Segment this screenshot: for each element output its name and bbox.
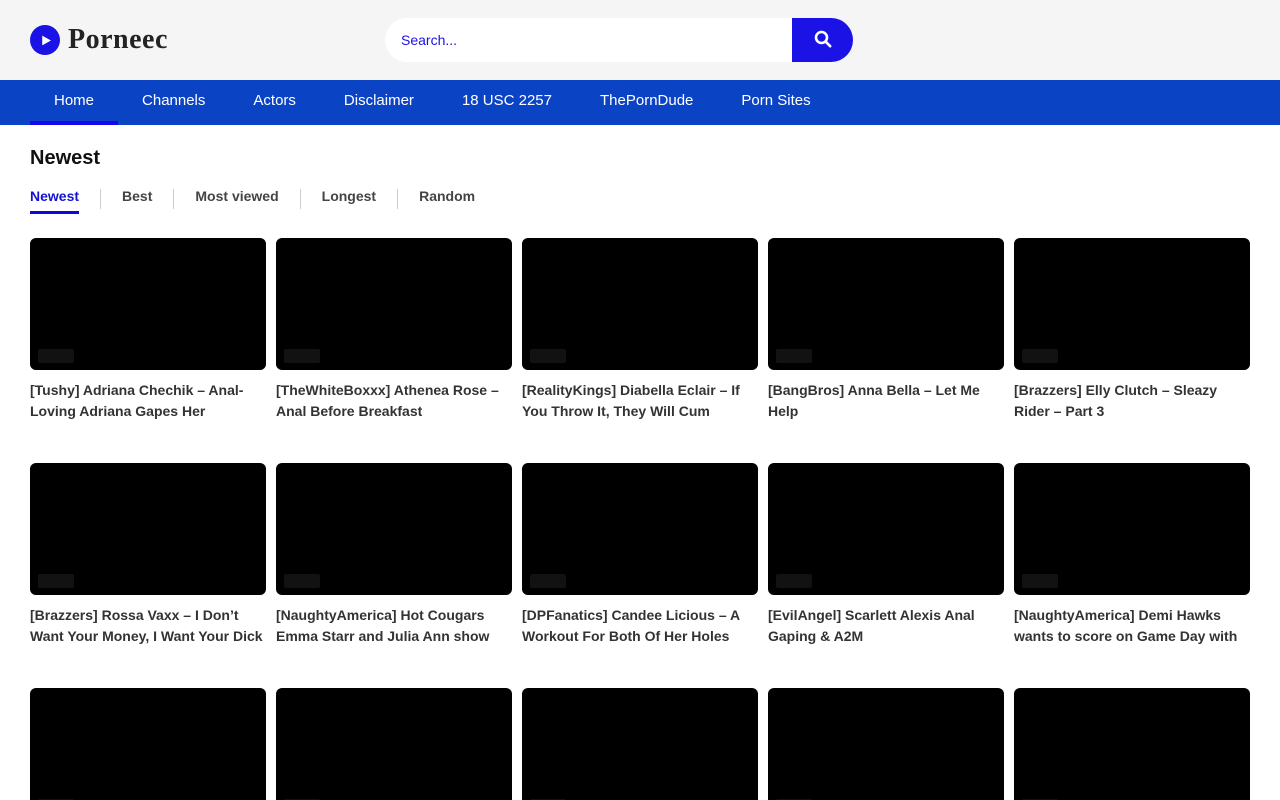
tab-divider bbox=[300, 189, 301, 209]
tab-divider bbox=[397, 189, 398, 209]
video-thumbnail[interactable] bbox=[30, 688, 266, 800]
video-thumbnail[interactable] bbox=[276, 463, 512, 595]
duration-badge bbox=[530, 349, 566, 363]
nav-item-channels[interactable]: Channels bbox=[118, 80, 229, 125]
page-title: Newest bbox=[30, 147, 1250, 170]
duration-badge bbox=[776, 574, 812, 588]
video-card[interactable]: [RealityKings] Diabella Eclair – If You … bbox=[522, 238, 758, 422]
video-grid: [Tushy] Adriana Chechik – Anal-Loving Ad… bbox=[30, 238, 1250, 800]
tab-longest[interactable]: Longest bbox=[322, 188, 376, 214]
video-card[interactable]: [NaughtyAmerica] Demi Hawks wants to sco… bbox=[1014, 463, 1250, 647]
video-title[interactable]: [NaughtyAmerica] Demi Hawks wants to sco… bbox=[1014, 605, 1250, 647]
duration-badge bbox=[1022, 349, 1058, 363]
video-thumbnail[interactable] bbox=[768, 463, 1004, 595]
duration-badge bbox=[38, 349, 74, 363]
video-title[interactable]: [DPFanatics] Candee Licious – A Workout … bbox=[522, 605, 758, 647]
video-title[interactable]: [Tushy] Adriana Chechik – Anal-Loving Ad… bbox=[30, 380, 266, 422]
magnifier-icon bbox=[812, 28, 834, 53]
duration-badge bbox=[1022, 574, 1058, 588]
search-input[interactable] bbox=[385, 18, 792, 62]
tab-newest[interactable]: Newest bbox=[30, 188, 79, 214]
video-title[interactable]: [EvilAngel] Scarlett Alexis Anal Gaping … bbox=[768, 605, 1004, 647]
duration-badge bbox=[284, 349, 320, 363]
nav-item-disclaimer[interactable]: Disclaimer bbox=[320, 80, 438, 125]
search-button[interactable] bbox=[792, 18, 853, 62]
video-card[interactable]: [Brazzers] Rossa Vaxx – I Don’t Want You… bbox=[30, 463, 266, 647]
main-navigation: Home Channels Actors Disclaimer 18 USC 2… bbox=[0, 80, 1280, 125]
duration-badge bbox=[38, 574, 74, 588]
video-card[interactable] bbox=[522, 688, 758, 800]
video-thumbnail[interactable] bbox=[1014, 238, 1250, 370]
video-thumbnail[interactable] bbox=[1014, 688, 1250, 800]
video-title[interactable]: [BangBros] Anna Bella – Let Me Help bbox=[768, 380, 1004, 422]
video-thumbnail[interactable] bbox=[30, 463, 266, 595]
video-thumbnail[interactable] bbox=[276, 238, 512, 370]
video-card[interactable] bbox=[1014, 688, 1250, 800]
nav-item-home[interactable]: Home bbox=[30, 80, 118, 125]
video-card[interactable] bbox=[276, 688, 512, 800]
video-card[interactable]: [Tushy] Adriana Chechik – Anal-Loving Ad… bbox=[30, 238, 266, 422]
video-title[interactable]: [Brazzers] Rossa Vaxx – I Don’t Want You… bbox=[30, 605, 266, 647]
video-card[interactable]: [NaughtyAmerica] Hot Cougars Emma Starr … bbox=[276, 463, 512, 647]
video-thumbnail[interactable] bbox=[768, 238, 1004, 370]
nav-item-porn-sites[interactable]: Porn Sites bbox=[717, 80, 834, 125]
nav-item-theporndude[interactable]: ThePornDude bbox=[576, 80, 717, 125]
brand-logo[interactable]: Porneec bbox=[30, 24, 168, 56]
video-card[interactable]: [EvilAngel] Scarlett Alexis Anal Gaping … bbox=[768, 463, 1004, 647]
tab-random[interactable]: Random bbox=[419, 188, 475, 214]
tab-divider bbox=[173, 189, 174, 209]
video-title[interactable]: [RealityKings] Diabella Eclair – If You … bbox=[522, 380, 758, 422]
sort-tabs: Newest Best Most viewed Longest Random bbox=[30, 188, 1250, 214]
duration-badge bbox=[284, 574, 320, 588]
video-thumbnail[interactable] bbox=[768, 688, 1004, 800]
video-thumbnail[interactable] bbox=[522, 463, 758, 595]
video-thumbnail[interactable] bbox=[522, 688, 758, 800]
video-thumbnail[interactable] bbox=[276, 688, 512, 800]
video-title[interactable]: [NaughtyAmerica] Hot Cougars Emma Starr … bbox=[276, 605, 512, 647]
brand-name: Porneec bbox=[68, 24, 168, 56]
header: Porneec bbox=[0, 0, 1280, 80]
nav-item-18-usc-2257[interactable]: 18 USC 2257 bbox=[438, 80, 576, 125]
video-card[interactable]: [Brazzers] Elly Clutch – Sleazy Rider – … bbox=[1014, 238, 1250, 422]
tab-most-viewed[interactable]: Most viewed bbox=[195, 188, 278, 214]
video-thumbnail[interactable] bbox=[1014, 463, 1250, 595]
duration-badge bbox=[530, 574, 566, 588]
video-title[interactable]: [TheWhiteBoxxx] Athenea Rose – Anal Befo… bbox=[276, 380, 512, 422]
video-thumbnail[interactable] bbox=[522, 238, 758, 370]
video-card[interactable]: [TheWhiteBoxxx] Athenea Rose – Anal Befo… bbox=[276, 238, 512, 422]
video-thumbnail[interactable] bbox=[30, 238, 266, 370]
main-content: Newest Newest Best Most viewed Longest R… bbox=[0, 125, 1280, 800]
search-bar bbox=[385, 18, 853, 62]
play-icon bbox=[30, 25, 60, 55]
duration-badge bbox=[776, 349, 812, 363]
tab-best[interactable]: Best bbox=[122, 188, 152, 214]
video-card[interactable]: [BangBros] Anna Bella – Let Me Help bbox=[768, 238, 1004, 422]
video-title[interactable]: [Brazzers] Elly Clutch – Sleazy Rider – … bbox=[1014, 380, 1250, 422]
video-card[interactable] bbox=[30, 688, 266, 800]
video-card[interactable] bbox=[768, 688, 1004, 800]
nav-item-actors[interactable]: Actors bbox=[229, 80, 320, 125]
tab-divider bbox=[100, 189, 101, 209]
video-card[interactable]: [DPFanatics] Candee Licious – A Workout … bbox=[522, 463, 758, 647]
